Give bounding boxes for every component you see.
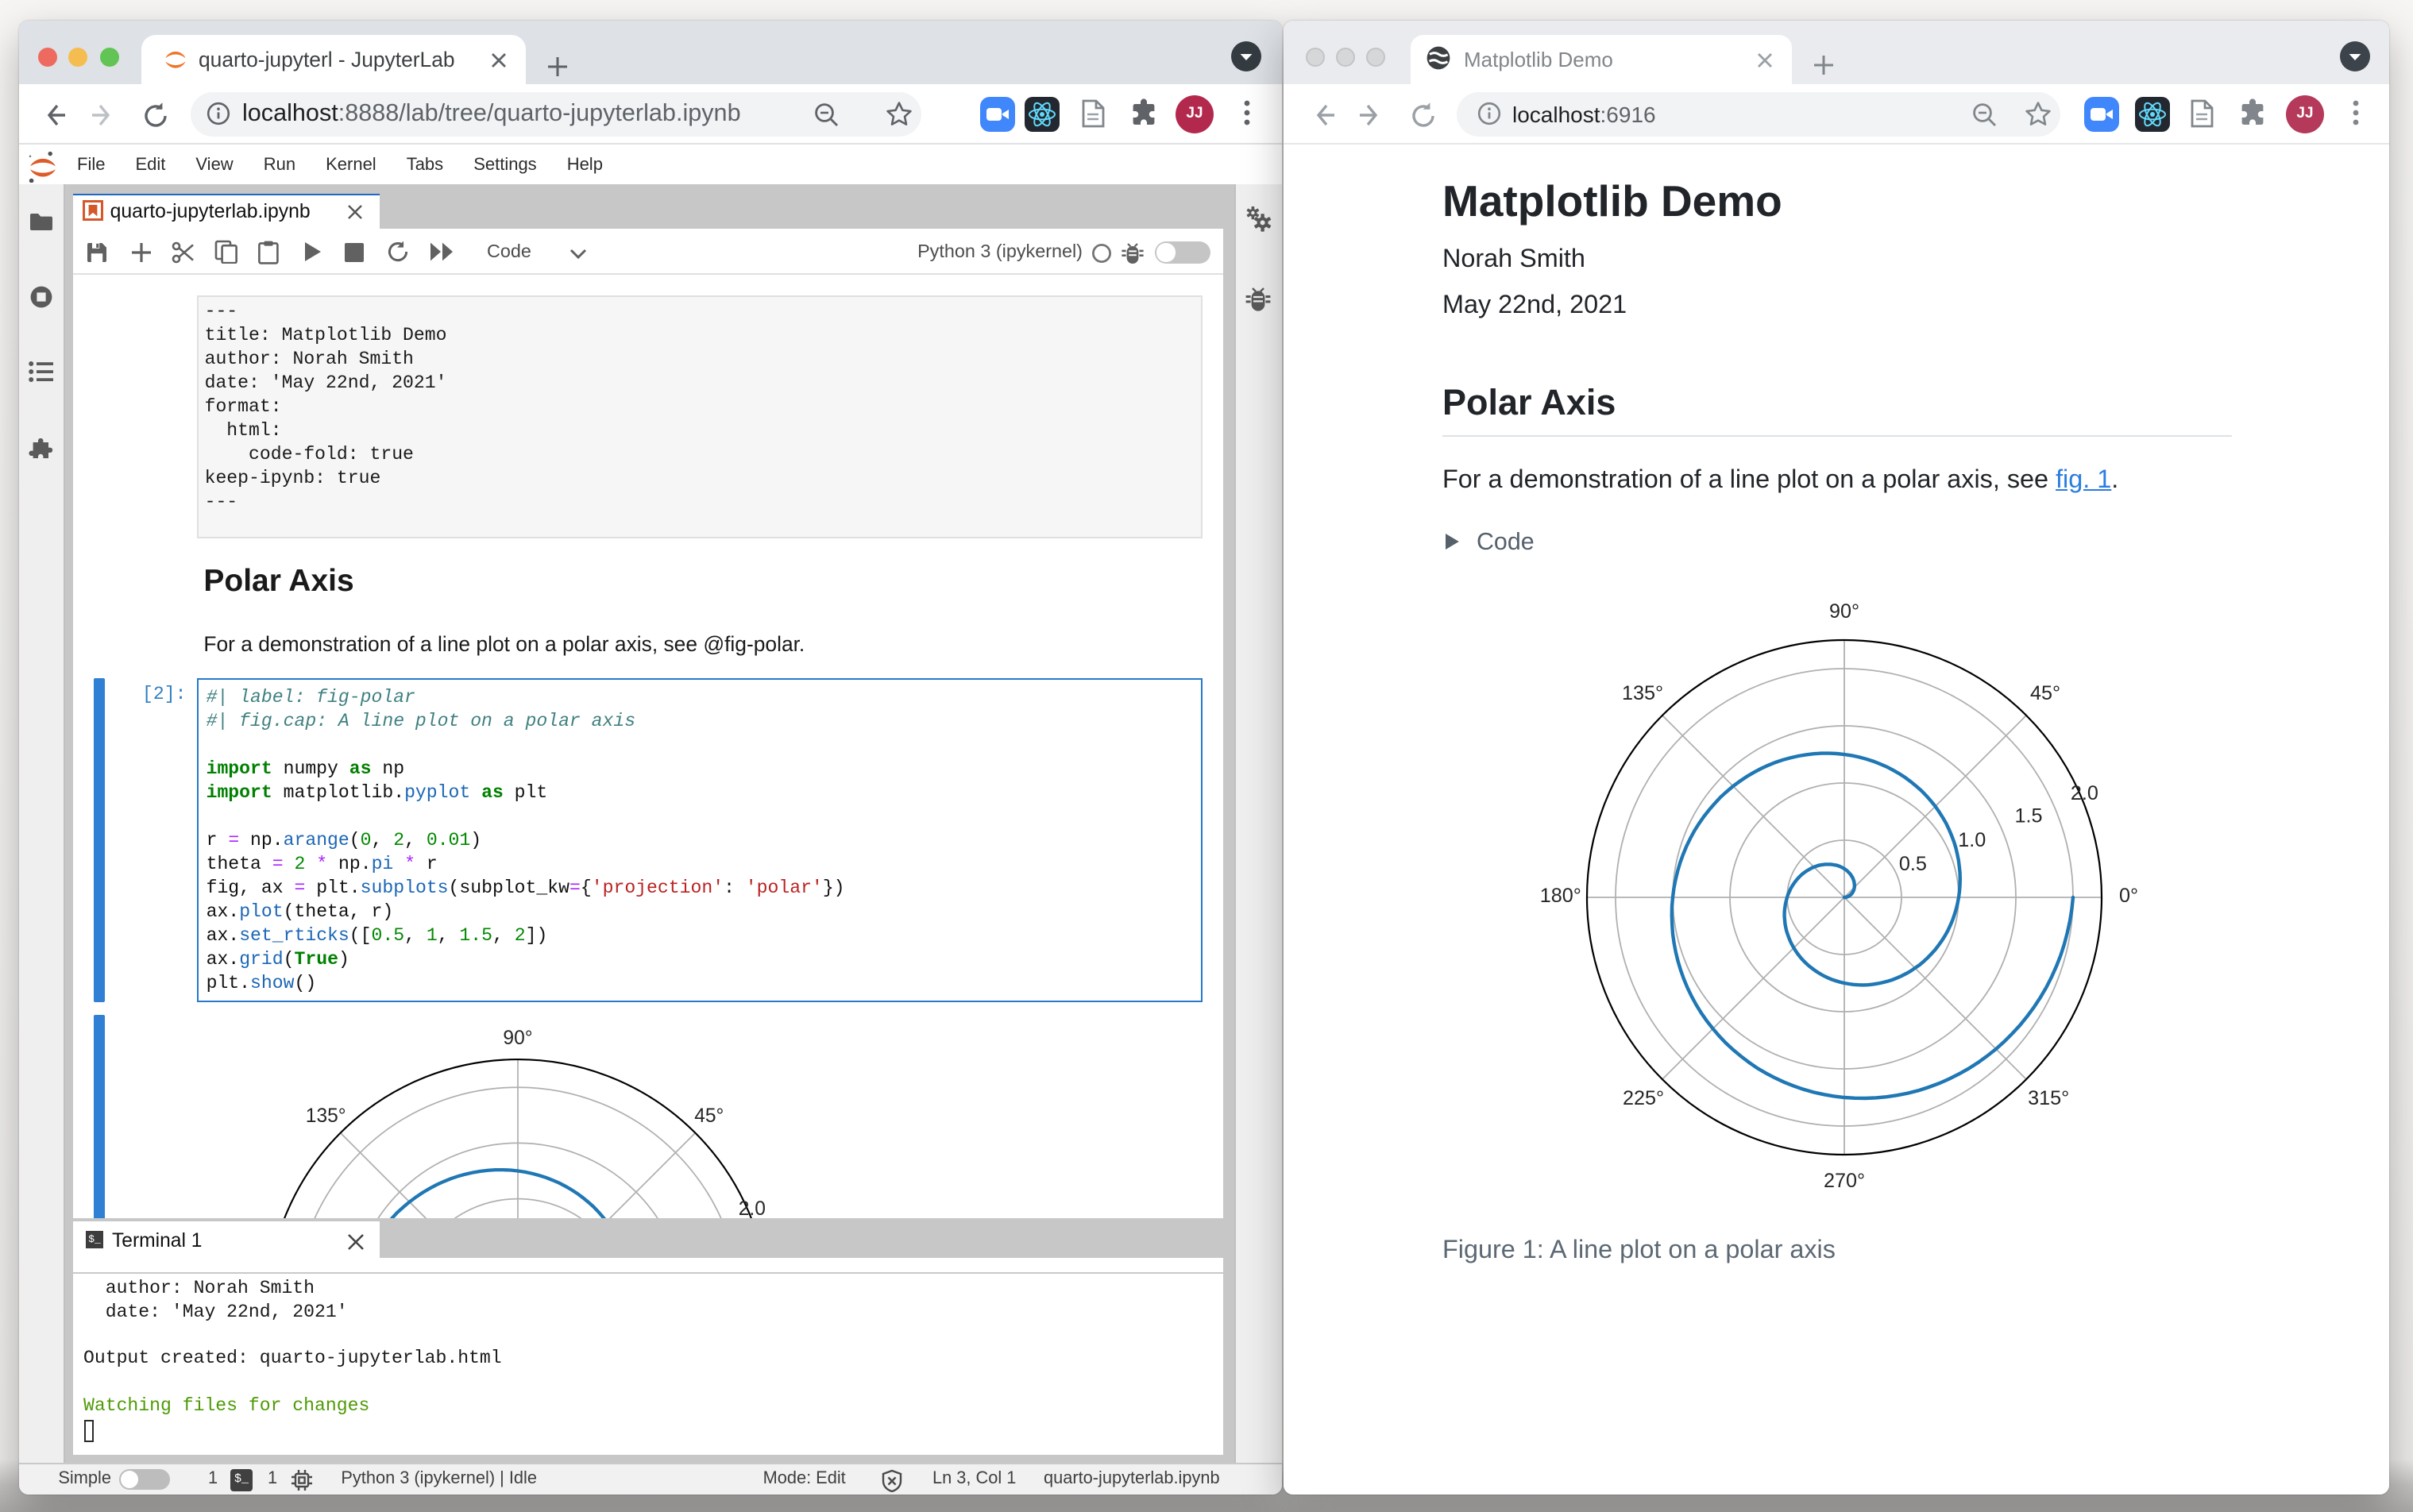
svg-text:45°: 45° (694, 1105, 724, 1127)
svg-text:45°: 45° (2031, 682, 2061, 704)
svg-text:225°: 225° (1623, 1087, 1665, 1109)
svg-text:1.5: 1.5 (2015, 805, 2043, 827)
svg-text:315°: 315° (2029, 1087, 2070, 1109)
svg-text:90°: 90° (1830, 600, 1860, 623)
svg-text:90°: 90° (503, 1028, 532, 1049)
svg-text:1.0: 1.0 (1959, 829, 1986, 851)
svg-text:0.5: 0.5 (1899, 853, 1927, 875)
svg-text:270°: 270° (1824, 1170, 1866, 1192)
svg-text:0°: 0° (2120, 885, 2139, 907)
svg-text:2.0: 2.0 (2071, 782, 2098, 804)
svg-text:135°: 135° (1623, 682, 1664, 704)
svg-text:180°: 180° (1540, 885, 1581, 907)
svg-text:2.0: 2.0 (739, 1198, 766, 1219)
svg-text:135°: 135° (306, 1105, 346, 1127)
